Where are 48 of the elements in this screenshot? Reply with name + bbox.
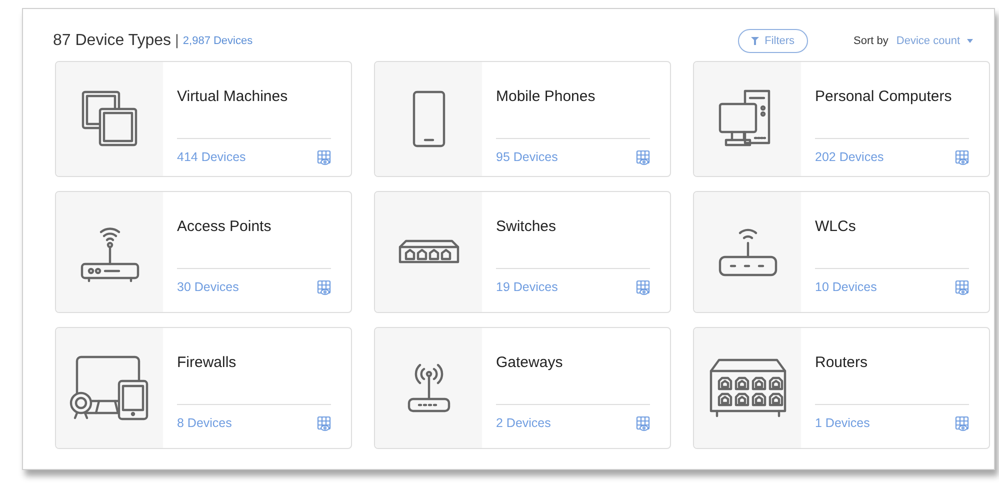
device-count-link[interactable]: 1 Devices — [815, 414, 870, 433]
device-count-link[interactable]: 19 Devices — [496, 278, 558, 297]
grid-view-icon[interactable] — [317, 150, 331, 165]
grid-view-icon[interactable] — [636, 416, 650, 431]
device-type-title: WLCs — [815, 217, 857, 237]
device-type-card[interactable]: Virtual Machines 414 Devices — [55, 61, 352, 177]
grid-view-icon[interactable] — [955, 150, 969, 165]
device-type-card[interactable]: Access Points 30 Devices — [55, 191, 352, 313]
grid-view-icon[interactable] — [636, 150, 650, 165]
device-type-title: Switches — [496, 217, 558, 237]
device-type-card[interactable]: WLCs 10 Devices — [693, 191, 990, 313]
device-type-card[interactable]: Mobile Phones 95 Devices — [374, 61, 671, 177]
grid-view-icon[interactable] — [955, 280, 969, 295]
grid-view-icon[interactable] — [317, 280, 331, 295]
filter-icon — [750, 37, 759, 45]
device-count-link[interactable]: 8 Devices — [177, 414, 232, 433]
device-count-link[interactable]: 30 Devices — [177, 278, 239, 297]
device-type-title: Access Points — [177, 217, 272, 237]
device-type-card[interactable]: Firewalls 8 Devices — [55, 327, 352, 449]
sort-dropdown[interactable]: Device count — [896, 32, 974, 50]
devices-icon — [68, 353, 150, 423]
caret-icon — [966, 38, 974, 44]
device-type-title: Mobile Phones — [496, 87, 596, 107]
page-title: 87 Device Types — [53, 31, 171, 51]
switch-icon — [398, 238, 460, 266]
device-count-link[interactable]: 95 Devices — [496, 148, 558, 167]
device-count-link[interactable]: 2 Devices — [496, 414, 551, 433]
device-type-card[interactable]: Personal Computers 202 Devices — [693, 61, 990, 177]
total-devices: 2,987 Devices — [182, 34, 253, 49]
device-type-title: Virtual Machines — [177, 87, 289, 107]
grid-view-icon[interactable] — [636, 280, 650, 295]
device-type-title: Gateways — [496, 353, 564, 373]
device-type-title: Firewalls — [177, 353, 238, 373]
separator: | — [175, 30, 179, 51]
device-type-title: Personal Computers — [815, 87, 953, 107]
device-count-link[interactable]: 414 Devices — [177, 148, 246, 167]
device-type-card[interactable]: Switches 19 Devices — [374, 191, 671, 313]
phone-icon — [412, 90, 446, 148]
device-count-link[interactable]: 202 Devices — [815, 148, 884, 167]
grid-view-icon[interactable] — [955, 416, 969, 431]
device-type-title: Routers — [815, 353, 869, 373]
vm-icon — [80, 89, 140, 149]
device-type-card[interactable]: Routers 1 Devices — [693, 327, 990, 449]
grid-view-icon[interactable] — [317, 416, 331, 431]
device-count-link[interactable]: 10 Devices — [815, 278, 877, 297]
sort-label: Sort by — [854, 34, 888, 49]
filters-button[interactable]: Filters — [738, 28, 808, 54]
device-type-card[interactable]: Gateways 2 Devices — [374, 327, 671, 449]
